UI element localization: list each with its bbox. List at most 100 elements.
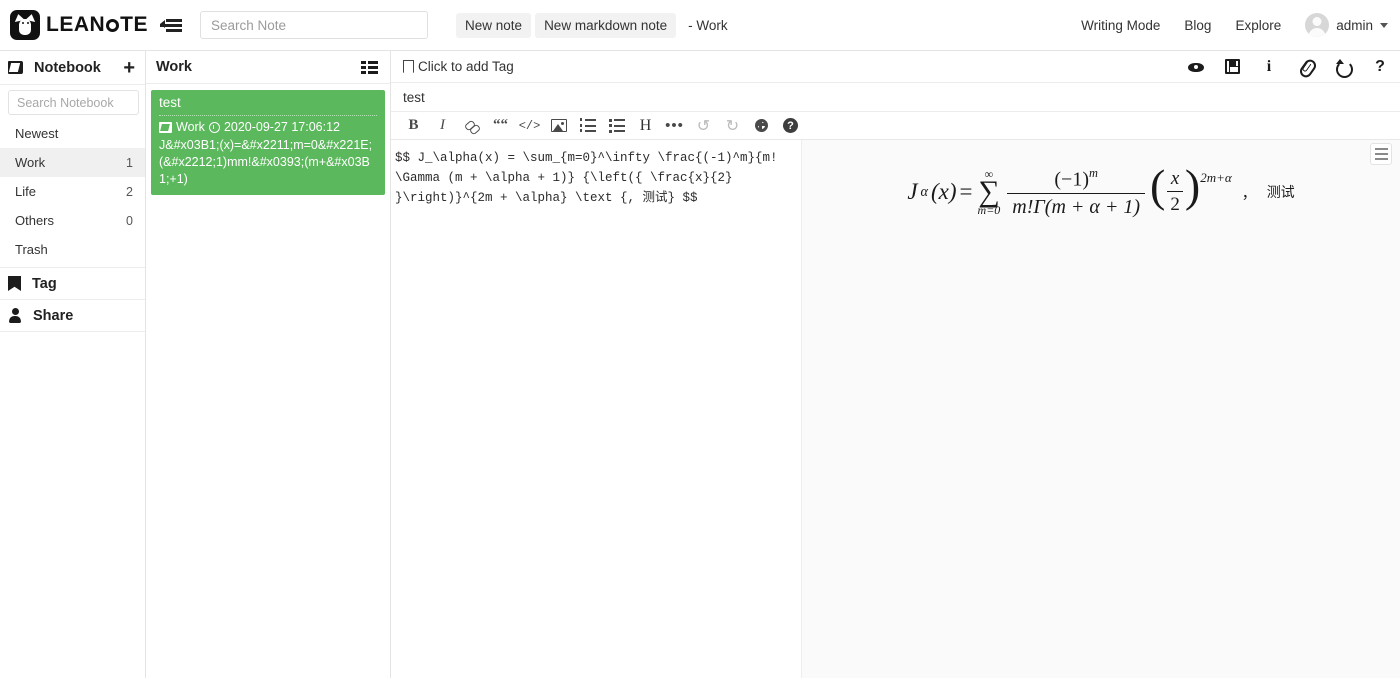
top-navbar: LEAN TE New note New markdown note - Work… (0, 0, 1400, 51)
sidebar-item-newest[interactable]: Newest (0, 119, 145, 148)
preview-menu-icon[interactable] (1370, 143, 1392, 165)
formula-parenthesized-term: ( x 2 ) 2m+α (1150, 160, 1232, 216)
notebook-icon (159, 122, 172, 134)
search-notebook-input[interactable] (8, 90, 139, 115)
add-notebook-button[interactable]: + (123, 58, 135, 78)
chevron-down-icon (1380, 22, 1388, 28)
italic-button[interactable]: I (428, 114, 457, 138)
brand-name-part2: TE (120, 13, 149, 36)
paren-open: ( (1150, 160, 1166, 212)
formula-comma: ， (1241, 183, 1257, 202)
preview-eye-icon[interactable] (1188, 59, 1204, 75)
blog-link[interactable]: Blog (1184, 18, 1211, 33)
sidebar-item-label: Work (15, 155, 46, 170)
ordered-list-icon[interactable] (573, 114, 602, 138)
notebook-icon (8, 61, 23, 74)
new-markdown-note-button[interactable]: New markdown note (535, 12, 677, 38)
inner-denominator: 2 (1167, 191, 1183, 216)
bold-button[interactable]: B (399, 114, 428, 138)
bookmark-icon (8, 276, 21, 291)
outer-exponent: 2m+α (1200, 170, 1232, 186)
note-item-meta: Work 2020-09-27 17:06:12 (159, 119, 377, 136)
leanote-mascot-icon (10, 10, 40, 40)
note-list-title: Work (156, 59, 192, 75)
sidebar-item-count: 0 (126, 213, 133, 228)
sidebar-item-work[interactable]: Work 1 (0, 148, 145, 177)
note-list-items: test Work 2020-09-27 17:06:12 J&#x03B1;(… (146, 84, 390, 678)
note-item-preview: J&#x03B1;(x)=&#x2211;m=0&#x221E;(&#x2212… (159, 138, 373, 186)
user-menu[interactable]: admin (1305, 13, 1388, 37)
list-view-icon[interactable] (361, 60, 378, 74)
editor-preview-split: $$ J_\alpha(x) = \sum_{m=0}^\infty \frac… (391, 140, 1400, 678)
settings-gear-icon[interactable] (747, 114, 776, 138)
formula-cjk-text: 测试 (1266, 185, 1295, 202)
help-circle-icon[interactable]: ? (776, 114, 805, 138)
note-title-row (391, 83, 1400, 112)
collapse-sidebar-icon[interactable] (160, 16, 183, 34)
note-item-notebook: Work (176, 120, 205, 135)
inner-numerator: x (1170, 168, 1180, 190)
formula-summation: ∞ ∑ m=0 (978, 168, 1001, 216)
note-item-datetime: 2020-09-27 17:06:12 (223, 120, 341, 135)
heading-button[interactable]: H (631, 114, 660, 138)
history-icon[interactable] (1335, 58, 1353, 78)
sidebar-item-label: Newest (15, 126, 59, 141)
sidebar-item-life[interactable]: Life 2 (0, 177, 145, 206)
list-item[interactable]: test Work 2020-09-27 17:06:12 J&#x03B1;(… (151, 90, 385, 195)
formula-J: J (907, 179, 918, 205)
unordered-list-icon[interactable] (602, 114, 631, 138)
more-options-icon[interactable]: ••• (660, 114, 689, 138)
sidebar-item-label: Share (33, 307, 74, 324)
sidebar-item-label: Tag (32, 275, 57, 292)
tag-icon (403, 60, 414, 73)
clock-icon (208, 122, 220, 134)
link-icon[interactable] (457, 114, 486, 138)
search-note-input[interactable] (200, 11, 429, 39)
markdown-source[interactable]: $$ J_\alpha(x) = \sum_{m=0}^\infty \frac… (391, 148, 793, 208)
undo-icon[interactable]: ↺ (689, 114, 718, 138)
sidebar-item-tag[interactable]: Tag (0, 268, 145, 300)
redo-icon[interactable]: ↻ (718, 114, 747, 138)
save-icon[interactable] (1225, 59, 1240, 74)
paren-close: ) (1184, 160, 1201, 212)
fraction-denominator: m!Γ(m + α + 1) (1007, 192, 1146, 219)
add-tag-label: Click to add Tag (418, 59, 514, 74)
numerator-base: (−1) (1054, 168, 1089, 191)
inner-fraction: x 2 (1167, 168, 1183, 216)
brand-logo-group[interactable]: LEAN TE (0, 10, 148, 40)
editor-tools: i ? (1188, 58, 1388, 78)
brand-name: LEAN TE (46, 13, 148, 37)
rendered-formula: Jα(x) = ∞ ∑ m=0 (−1)m m!Γ(m + α + 1) ( (802, 160, 1400, 219)
sidebar-item-label: Trash (15, 242, 48, 257)
help-icon[interactable]: ? (1372, 58, 1388, 75)
sidebar-item-trash[interactable]: Trash (0, 235, 145, 264)
tag-bar: Click to add Tag i ? (391, 51, 1400, 83)
sidebar-item-label: Others (15, 213, 55, 228)
sidebar: Notebook + Newest Work 1 Life 2 Others 0… (0, 51, 146, 678)
new-note-button[interactable]: New note (456, 12, 532, 38)
notebook-section-title: Notebook (34, 59, 101, 76)
info-icon[interactable]: i (1261, 58, 1277, 75)
sidebar-item-others[interactable]: Others 0 (0, 206, 145, 235)
note-list-panel: Work test Work 2020-09-27 17:06:12 J&#x0… (146, 51, 391, 678)
sidebar-item-count: 1 (126, 155, 133, 170)
code-button[interactable]: </> (515, 114, 544, 138)
explore-link[interactable]: Explore (1235, 18, 1281, 33)
app-body: Notebook + Newest Work 1 Life 2 Others 0… (0, 51, 1400, 678)
writing-mode-link[interactable]: Writing Mode (1081, 18, 1160, 33)
note-title-input[interactable] (403, 89, 1388, 105)
notebook-search-wrapper (0, 85, 145, 119)
sidebar-item-share[interactable]: Share (0, 300, 145, 332)
source-editor-pane[interactable]: $$ J_\alpha(x) = \sum_{m=0}^\infty \frac… (391, 140, 802, 678)
attachment-icon[interactable] (1298, 59, 1314, 75)
preview-pane: Jα(x) = ∞ ∑ m=0 (−1)m m!Γ(m + α + 1) ( (802, 140, 1400, 678)
add-tag-button[interactable]: Click to add Tag (403, 59, 1188, 74)
quote-button[interactable]: ““ (486, 114, 515, 138)
sidebar-item-label: Life (15, 184, 36, 199)
sum-lower-limit: m=0 (977, 203, 1001, 218)
editor-panel: Click to add Tag i ? B I ““ </> H (391, 51, 1400, 678)
avatar (1305, 13, 1330, 37)
image-icon[interactable] (544, 114, 573, 138)
note-list-header: Work (146, 51, 390, 84)
formula-expression: Jα(x) = ∞ ∑ m=0 (−1)m m!Γ(m + α + 1) ( (907, 160, 1232, 219)
